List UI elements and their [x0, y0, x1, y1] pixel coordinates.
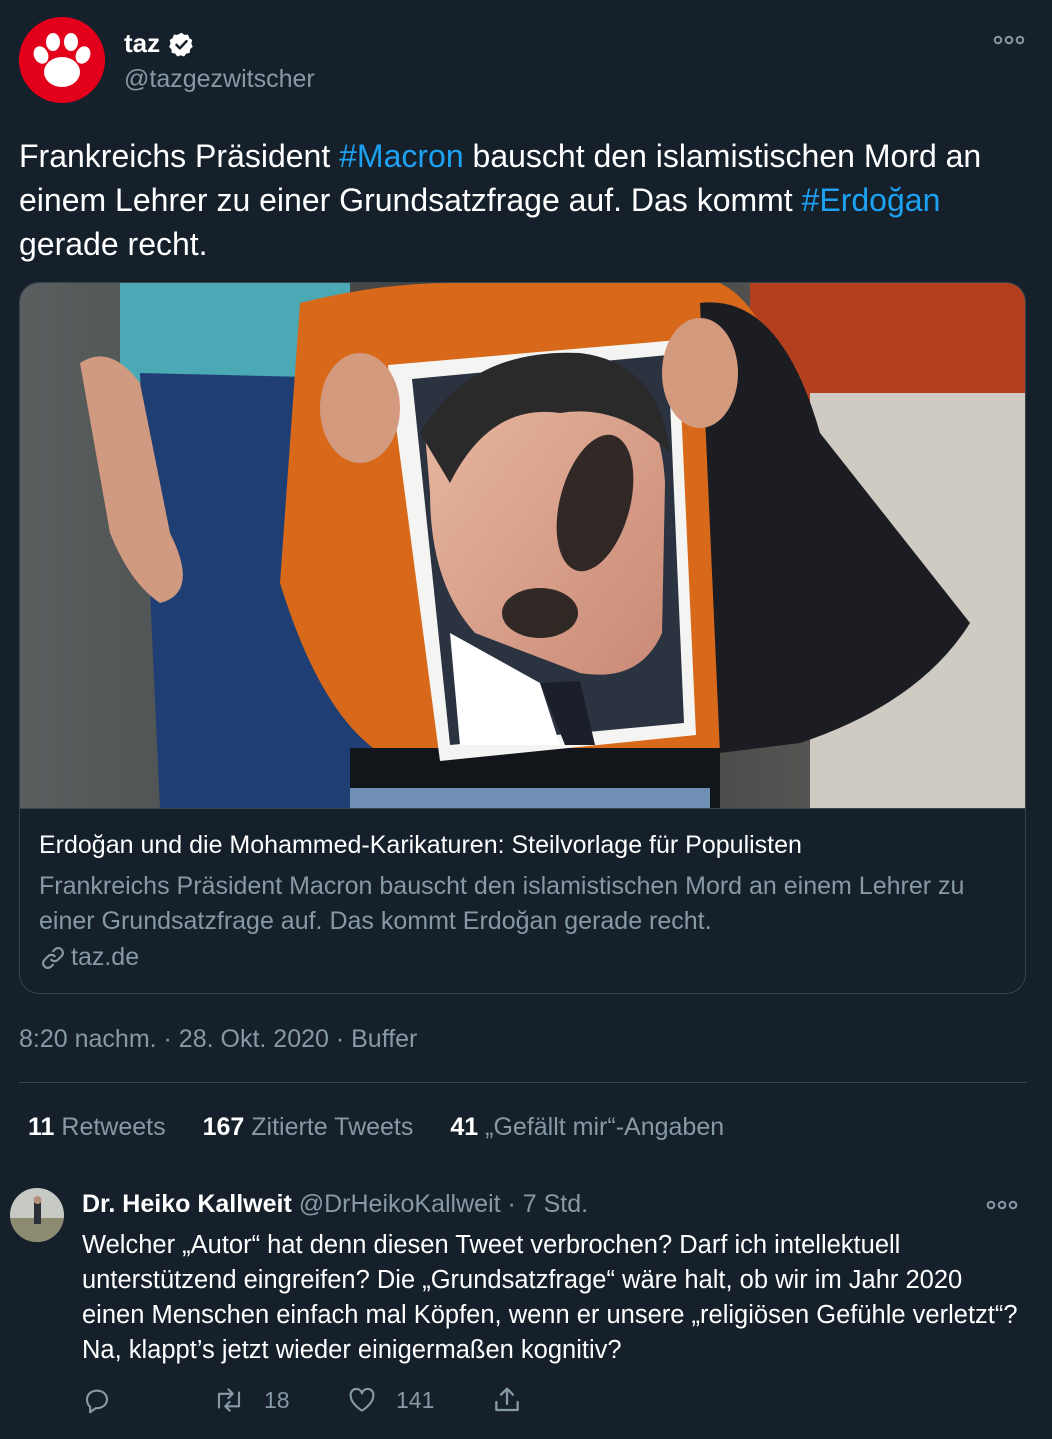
hashtag-macron-link[interactable]: #Macron — [339, 138, 464, 174]
link-preview-card[interactable]: Erdoğan und die Mohammed-Karikaturen: St… — [19, 282, 1026, 994]
tweet-stats: 11 Retweets 167 Zitierte Tweets 41 „Gefä… — [28, 1113, 761, 1142]
verified-badge-icon — [169, 32, 193, 57]
card-title[interactable]: Erdoğan und die Mohammed-Karikaturen: St… — [39, 831, 802, 860]
tweet-text: Frankreichs Präsident #Macron bauscht de… — [19, 134, 1029, 266]
like-button[interactable]: 141 — [346, 1383, 434, 1417]
tweet-text-part: gerade recht. — [19, 226, 208, 262]
card-description: Frankreichs Präsident Macron bauscht den… — [39, 872, 965, 935]
retweets-stat[interactable]: 11 Retweets — [28, 1113, 166, 1142]
heart-icon — [349, 1387, 375, 1412]
retweets-count: 11 — [28, 1113, 55, 1141]
reply-like-count: 141 — [396, 1386, 435, 1413]
taz-paw-logo-icon — [19, 17, 105, 103]
link-icon — [42, 946, 64, 969]
author-handle[interactable]: @tazgezwitscher — [124, 65, 315, 94]
reply-text: Welcher „Autor“ hat denn diesen Tweet ve… — [82, 1231, 1018, 1364]
quotes-count: 167 — [202, 1113, 245, 1141]
quote-tweets-stat[interactable]: 167 Zitierte Tweets — [203, 1113, 414, 1142]
reply-avatar-image — [10, 1188, 64, 1242]
likes-label: „Gefällt mir“-Angaben — [485, 1113, 725, 1141]
retweets-label: Retweets — [61, 1113, 166, 1141]
reply-author-name[interactable]: Dr. Heiko Kallweit — [82, 1190, 292, 1218]
more-options-icon[interactable] — [992, 30, 1026, 50]
tweet-timestamp-source[interactable]: 8:20 nachm. · 28. Okt. 2020 · Buffer — [19, 1025, 417, 1054]
card-image[interactable] — [20, 283, 1025, 809]
reply-more-options-icon[interactable] — [985, 1195, 1019, 1215]
author-name[interactable]: taz — [124, 28, 160, 59]
reply-header: Dr. Heiko Kallweit @DrHeikoKallweit · 7 … — [82, 1190, 588, 1219]
author-avatar[interactable] — [19, 17, 105, 103]
reply-handle-time[interactable]: @DrHeikoKallweit · 7 Std. — [299, 1190, 588, 1218]
reply-button[interactable] — [82, 1383, 112, 1417]
retweet-icon — [217, 1388, 241, 1412]
reply-icon — [85, 1389, 109, 1414]
card-domain-text: taz.de — [71, 943, 140, 971]
quotes-label: Zitierte Tweets — [251, 1113, 414, 1141]
hashtag-erdogan-link[interactable]: #Erdoğan — [802, 182, 941, 218]
divider — [19, 1082, 1027, 1083]
likes-stat[interactable]: 41 „Gefällt mir“-Angaben — [450, 1113, 724, 1142]
reply-avatar[interactable] — [10, 1188, 64, 1242]
tweet-text-part: Frankreichs Präsident — [19, 138, 340, 174]
card-domain[interactable]: taz.de — [39, 943, 139, 972]
reply-retweet-count: 18 — [264, 1386, 290, 1413]
share-icon — [495, 1387, 519, 1412]
retweet-button[interactable]: 18 — [212, 1383, 290, 1417]
likes-count: 41 — [450, 1113, 479, 1141]
share-button[interactable] — [491, 1383, 523, 1417]
